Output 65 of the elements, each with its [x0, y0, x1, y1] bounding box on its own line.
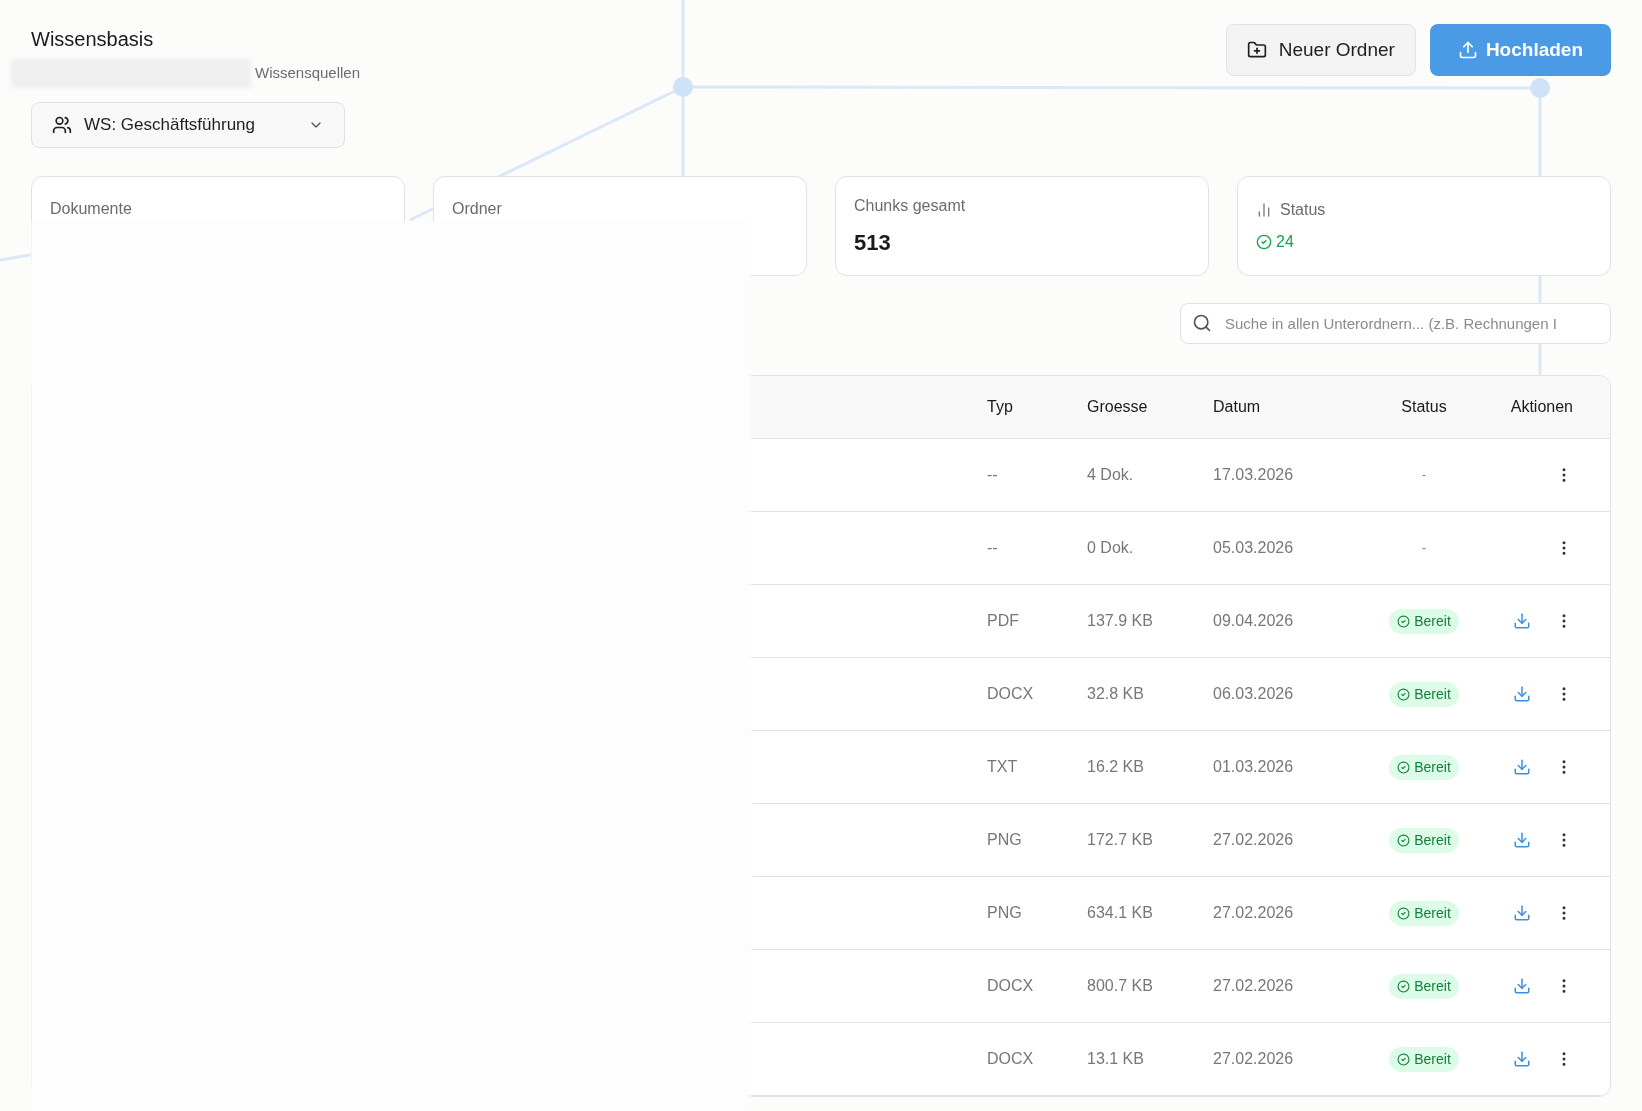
- size-cell: 32.8 KB: [1087, 685, 1144, 702]
- column-header: Datum: [1213, 398, 1261, 415]
- date-cell: 27.02.2026: [1213, 831, 1294, 848]
- upload-icon: [1457, 40, 1478, 60]
- size-cell: 172.7 KB: [1087, 831, 1153, 848]
- status-badge: Bereit: [1389, 827, 1459, 853]
- new-folder-button[interactable]: Neuer Ordner: [1225, 24, 1416, 76]
- search-field[interactable]: Suche in allen Unterordnern... (z.B. Rechnungen I: [1180, 303, 1611, 344]
- download-icon[interactable]: [1513, 831, 1531, 849]
- download-icon[interactable]: [1513, 904, 1531, 922]
- download-icon[interactable]: [1513, 612, 1531, 630]
- date-cell: 09.04.2026: [1213, 612, 1294, 629]
- users-icon: [52, 115, 72, 135]
- type-cell: DOCX: [987, 685, 1034, 702]
- type-cell: TXT: [987, 758, 1018, 775]
- download-icon[interactable]: [1513, 685, 1531, 703]
- download-icon[interactable]: [1513, 977, 1531, 995]
- type-cell: --: [987, 466, 998, 483]
- column-header: Aktionen: [1510, 397, 1573, 417]
- type-cell: PNG: [987, 831, 1022, 848]
- page-subtitle: Wissensquellen: [255, 62, 361, 83]
- download-icon[interactable]: [1513, 758, 1531, 776]
- column-header: Status: [1401, 397, 1447, 417]
- status-badge: Bereit: [1389, 1046, 1459, 1072]
- check-circle-icon: [1256, 234, 1272, 250]
- date-cell: 27.02.2026: [1213, 904, 1294, 921]
- size-cell: 0 Dok.: [1087, 539, 1134, 556]
- stat-value: 513: [854, 228, 892, 257]
- size-cell: 800.7 KB: [1087, 977, 1153, 994]
- search-icon: [1192, 313, 1212, 333]
- page-title: Wissensbasis: [31, 27, 155, 52]
- date-cell: 27.02.2026: [1213, 977, 1294, 994]
- type-cell: DOCX: [987, 977, 1034, 994]
- folder-plus-icon: [1246, 40, 1267, 60]
- size-cell: 4 Dok.: [1087, 466, 1134, 483]
- size-cell: 16.2 KB: [1087, 758, 1144, 775]
- date-cell: 01.03.2026: [1213, 758, 1294, 775]
- status-badge: Bereit: [1389, 973, 1459, 999]
- type-cell: DOCX: [987, 1050, 1034, 1067]
- workspace-select[interactable]: WS: Geschäftsführung: [31, 102, 345, 148]
- date-cell: 06.03.2026: [1213, 685, 1294, 702]
- date-cell: 17.03.2026: [1213, 466, 1294, 483]
- type-cell: --: [987, 539, 998, 556]
- bar-chart-icon: [1256, 202, 1272, 218]
- download-icon[interactable]: [1513, 1050, 1531, 1068]
- status-badge: Bereit: [1389, 900, 1459, 926]
- status-badge: Bereit: [1389, 754, 1459, 780]
- status-badge: Bereit: [1389, 608, 1459, 634]
- size-cell: 13.1 KB: [1087, 1050, 1144, 1067]
- stat-label: Status: [1280, 200, 1326, 220]
- column-header: Groesse: [1087, 398, 1148, 415]
- size-cell: 634.1 KB: [1087, 904, 1153, 921]
- size-cell: 137.9 KB: [1087, 612, 1153, 629]
- type-cell: PNG: [987, 904, 1022, 921]
- type-cell: PDF: [987, 612, 1019, 629]
- stat-label: Dokumente: [50, 199, 133, 219]
- stat-label: Ordner: [452, 199, 503, 219]
- stat-label: Chunks gesamt: [854, 195, 967, 216]
- date-cell: 05.03.2026: [1213, 539, 1294, 556]
- date-cell: 27.02.2026: [1213, 1050, 1294, 1067]
- stat-value: 24: [1276, 232, 1294, 252]
- status-badge: Bereit: [1389, 681, 1459, 707]
- status-cell-text: -: [1422, 467, 1426, 484]
- status-cell-text: -: [1422, 540, 1426, 557]
- column-header: Typ: [987, 398, 1013, 415]
